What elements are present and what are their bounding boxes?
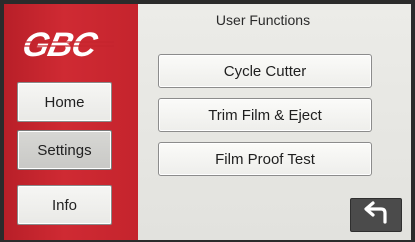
back-arrow-icon [359,200,393,231]
page-title: User Functions [215,12,311,28]
sidebar-item-home[interactable]: Home [17,82,112,122]
cycle-cutter-button[interactable]: Cycle Cutter [158,54,372,88]
svg-text:GBC: GBC [19,26,102,64]
back-button[interactable] [350,198,402,232]
gbc-logo: GBC [18,22,118,66]
sidebar-item-settings[interactable]: Settings [17,130,112,170]
touchscreen-panel: GBC Home Settings Info User Functions Cy… [0,0,415,242]
sidebar-item-info[interactable]: Info [17,185,112,225]
button-label: Trim Film & Eject [208,106,322,124]
trim-film-eject-button[interactable]: Trim Film & Eject [158,98,372,132]
sidebar-item-label: Info [51,196,78,214]
film-proof-test-button[interactable]: Film Proof Test [158,142,372,176]
button-label: Cycle Cutter [223,62,307,80]
sidebar: GBC Home Settings Info [4,4,138,240]
main-panel: User Functions Cycle Cutter Trim Film & … [138,4,411,240]
sidebar-item-label: Home [44,93,85,111]
sidebar-item-label: Settings [37,141,92,159]
button-label: Film Proof Test [215,150,315,168]
